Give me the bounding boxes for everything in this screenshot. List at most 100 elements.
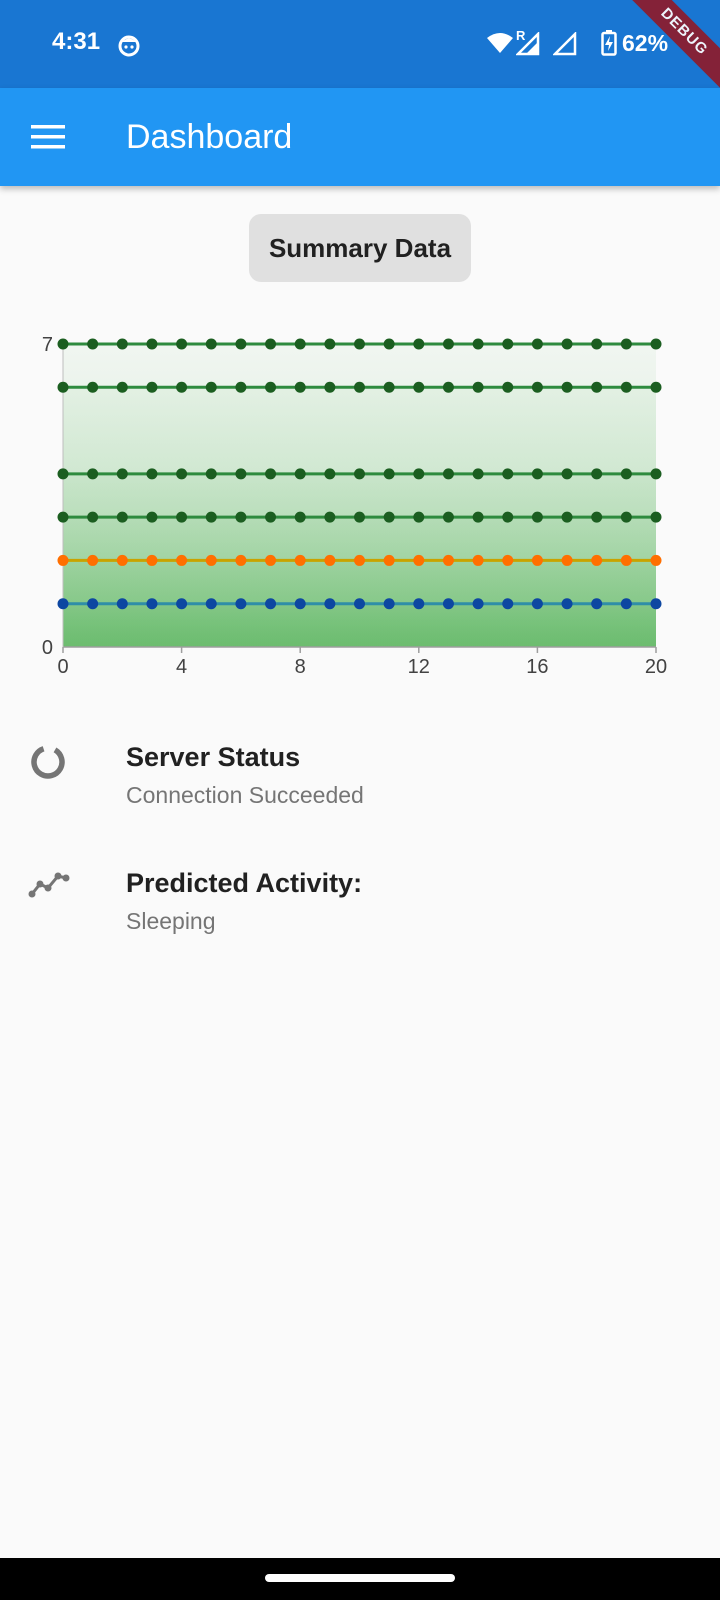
data-point: [620, 598, 632, 610]
data-point: [205, 598, 217, 610]
data-point: [531, 554, 543, 566]
series-area-5: [63, 603, 656, 647]
data-point: [87, 338, 99, 350]
data-point: [413, 598, 425, 610]
data-point: [265, 468, 277, 480]
data-point: [176, 598, 188, 610]
data-point: [591, 468, 603, 480]
data-point: [116, 598, 128, 610]
data-point: [57, 468, 69, 480]
data-point: [650, 381, 662, 393]
data-point: [591, 598, 603, 610]
data-point: [472, 468, 484, 480]
data-point: [146, 381, 158, 393]
data-point: [294, 468, 306, 480]
data-point: [324, 468, 336, 480]
data-point: [294, 554, 306, 566]
app-bar: Dashboard: [0, 88, 720, 186]
data-point: [116, 468, 128, 480]
data-point: [531, 381, 543, 393]
face-icon: [118, 35, 140, 57]
data-point: [383, 554, 395, 566]
data-point: [324, 511, 336, 523]
predicted-activity-text: Sleeping: [126, 908, 216, 934]
data-point: [116, 554, 128, 566]
server-status-title: Server Status: [126, 742, 301, 772]
data-point: [205, 511, 217, 523]
data-point: [265, 554, 277, 566]
data-point: [620, 338, 632, 350]
data-point: [620, 468, 632, 480]
data-point: [354, 338, 365, 350]
data-point: [472, 511, 484, 523]
data-point: [354, 598, 365, 610]
data-point: [561, 468, 573, 480]
data-point: [591, 338, 603, 350]
data-point: [650, 598, 662, 610]
data-point: [561, 338, 573, 350]
summary-data-button[interactable]: Summary Data: [249, 214, 471, 282]
data-point: [383, 381, 395, 393]
server-status-text: Connection Succeeded: [126, 782, 364, 808]
data-point: [591, 554, 603, 566]
data-point: [413, 381, 425, 393]
data-point: [620, 381, 632, 393]
status-time: 4:31: [52, 28, 101, 55]
data-point: [324, 554, 336, 566]
data-point: [472, 338, 484, 350]
data-point: [205, 468, 217, 480]
data-point: [294, 338, 306, 350]
data-point: [442, 381, 454, 393]
data-point: [324, 598, 336, 610]
data-point: [176, 511, 188, 523]
data-point: [354, 511, 365, 523]
data-point: [87, 511, 99, 523]
battery-charging-icon: [601, 30, 617, 56]
data-point: [442, 598, 454, 610]
data-point: [354, 554, 365, 566]
data-point: [265, 338, 277, 350]
system-nav-bar: [0, 1558, 720, 1600]
menu-icon: [31, 125, 65, 149]
data-point: [324, 381, 336, 393]
data-point: [176, 381, 188, 393]
data-point: [265, 381, 277, 393]
data-point: [235, 381, 247, 393]
data-point: [146, 598, 158, 610]
data-point: [591, 381, 603, 393]
data-point: [502, 598, 514, 610]
data-point: [561, 554, 573, 566]
data-point: [620, 511, 632, 523]
data-point: [57, 554, 69, 566]
data-point: [146, 338, 158, 350]
data-point: [176, 338, 188, 350]
x-tick-label: 20: [645, 656, 667, 678]
data-point: [383, 338, 395, 350]
data-point: [146, 511, 158, 523]
loading-ring-icon: [31, 745, 65, 779]
data-point: [57, 338, 69, 350]
data-point: [235, 338, 247, 350]
data-point: [620, 554, 632, 566]
x-tick-label: 12: [408, 656, 430, 678]
data-point: [650, 338, 662, 350]
data-point: [294, 598, 306, 610]
data-point: [502, 468, 514, 480]
data-point: [235, 598, 247, 610]
data-point: [413, 554, 425, 566]
data-point: [57, 511, 69, 523]
data-point: [176, 468, 188, 480]
y-tick-label: 7: [42, 334, 53, 356]
data-point: [324, 338, 336, 350]
data-point: [561, 511, 573, 523]
wifi-icon: [487, 33, 513, 53]
data-point: [87, 468, 99, 480]
x-tick-label: 16: [526, 656, 548, 678]
data-point: [502, 381, 514, 393]
home-indicator[interactable]: [265, 1574, 455, 1582]
menu-button[interactable]: [20, 113, 76, 161]
data-point: [116, 511, 128, 523]
data-point: [176, 554, 188, 566]
data-point: [354, 468, 365, 480]
data-point: [413, 511, 425, 523]
